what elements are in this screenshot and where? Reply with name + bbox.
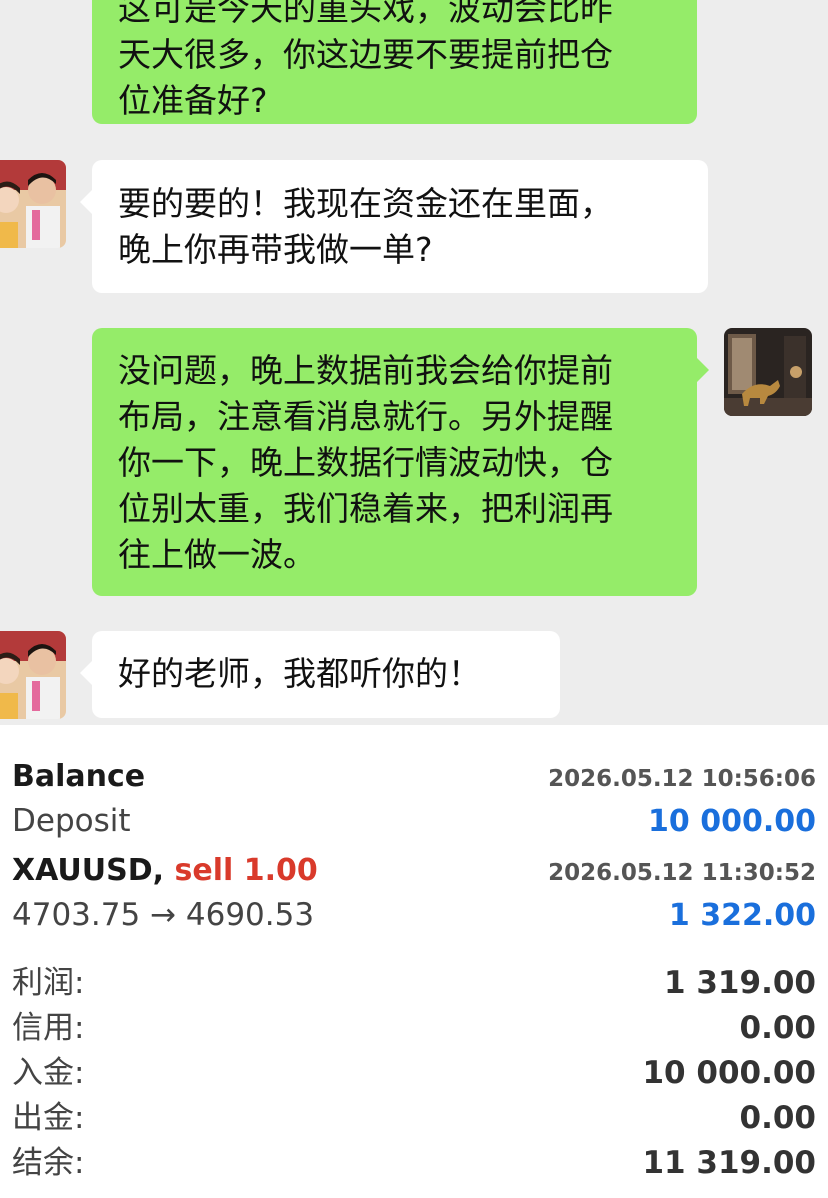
deposit-amount: 10 000.00	[648, 804, 816, 839]
summary-value: 0.00	[739, 1010, 817, 1046]
summary-row-credit: 信用: 0.00	[12, 1002, 816, 1047]
summary-row-deposit: 入金: 10 000.00	[12, 1047, 816, 1092]
trade-profit: 1 322.00	[668, 898, 816, 933]
chat-area: 这可是今天的重头戏，波动会比昨 天大很多，你这边要不要提前把仓 位准备好? 要的…	[0, 0, 828, 725]
deposit-row[interactable]: Deposit 10 000.00	[12, 803, 816, 839]
trade-history-panel: Balance 2026.05.12 10:56:06 Deposit 10 0…	[0, 725, 828, 1198]
trade-row[interactable]: XAUUSD, sell 1.00 2026.05.12 11:30:52	[12, 853, 816, 888]
message-bubble-incoming[interactable]: 要的要的！我现在资金还在里面， 晚上你再带我做一单?	[80, 160, 708, 293]
summary-value: 10 000.00	[642, 1055, 816, 1091]
summary-label: 入金:	[12, 1055, 85, 1091]
deposit-label: Deposit	[12, 803, 131, 839]
balance-timestamp: 2026.05.12 10:56:06	[548, 766, 816, 792]
summary-label: 信用:	[12, 1010, 85, 1046]
message-line: 位准备好?	[118, 81, 268, 120]
trade-price-row[interactable]: 4703.75 → 4690.53 1 322.00	[12, 897, 816, 933]
message-line: 天大很多，你这边要不要提前把仓	[118, 35, 613, 74]
message-line: 要的要的！我现在资金还在里面，	[118, 184, 613, 223]
message-line: 位别太重，我们稳着来，把利润再	[118, 489, 613, 528]
trade-title: XAUUSD, sell 1.00	[12, 853, 318, 888]
teacher-avatar[interactable]	[724, 328, 812, 416]
summary-label: 利润:	[12, 965, 85, 1001]
summary-value: 0.00	[739, 1100, 817, 1136]
message-line: 往上做一波。	[118, 535, 316, 574]
message-line: 布局，注意看消息就行。另外提醒	[118, 397, 613, 436]
balance-title: Balance	[12, 759, 146, 794]
message-line: 没问题，晚上数据前我会给你提前	[118, 351, 613, 390]
message-bubble-incoming[interactable]: 好的老师，我都听你的！	[80, 631, 560, 718]
balance-row[interactable]: Balance 2026.05.12 10:56:06	[12, 759, 816, 794]
contact-avatar[interactable]	[0, 160, 66, 248]
message-bubble-outgoing[interactable]: 没问题，晚上数据前我会给你提前 布局，注意看消息就行。另外提醒 你一下，晚上数据…	[92, 328, 709, 596]
message-line: 好的老师，我都听你的！	[118, 654, 481, 693]
message-line: 这可是今天的重头戏，波动会比昨	[118, 0, 613, 28]
trade-symbol: XAUUSD,	[12, 853, 165, 888]
message-line: 晚上你再带我做一单?	[118, 230, 433, 269]
trade-prices: 4703.75 → 4690.53	[12, 897, 315, 933]
trade-timestamp: 2026.05.12 11:30:52	[548, 860, 816, 886]
summary-label: 出金:	[12, 1100, 85, 1136]
summary-value: 11 319.00	[642, 1145, 816, 1181]
summary-value: 1 319.00	[664, 965, 816, 1001]
message-line: 你一下，晚上数据行情波动快，仓	[118, 443, 613, 482]
trade-side: sell 1.00	[174, 853, 318, 888]
message-bubble-outgoing[interactable]: 这可是今天的重头戏，波动会比昨 天大很多，你这边要不要提前把仓 位准备好?	[92, 0, 697, 124]
summary-row-balance: 结余: 11 319.00	[12, 1137, 816, 1182]
summary-row-profit: 利润: 1 319.00	[12, 957, 816, 1002]
contact-avatar[interactable]	[0, 631, 66, 719]
summary-row-withdrawal: 出金: 0.00	[12, 1092, 816, 1137]
summary-label: 结余:	[12, 1145, 85, 1181]
